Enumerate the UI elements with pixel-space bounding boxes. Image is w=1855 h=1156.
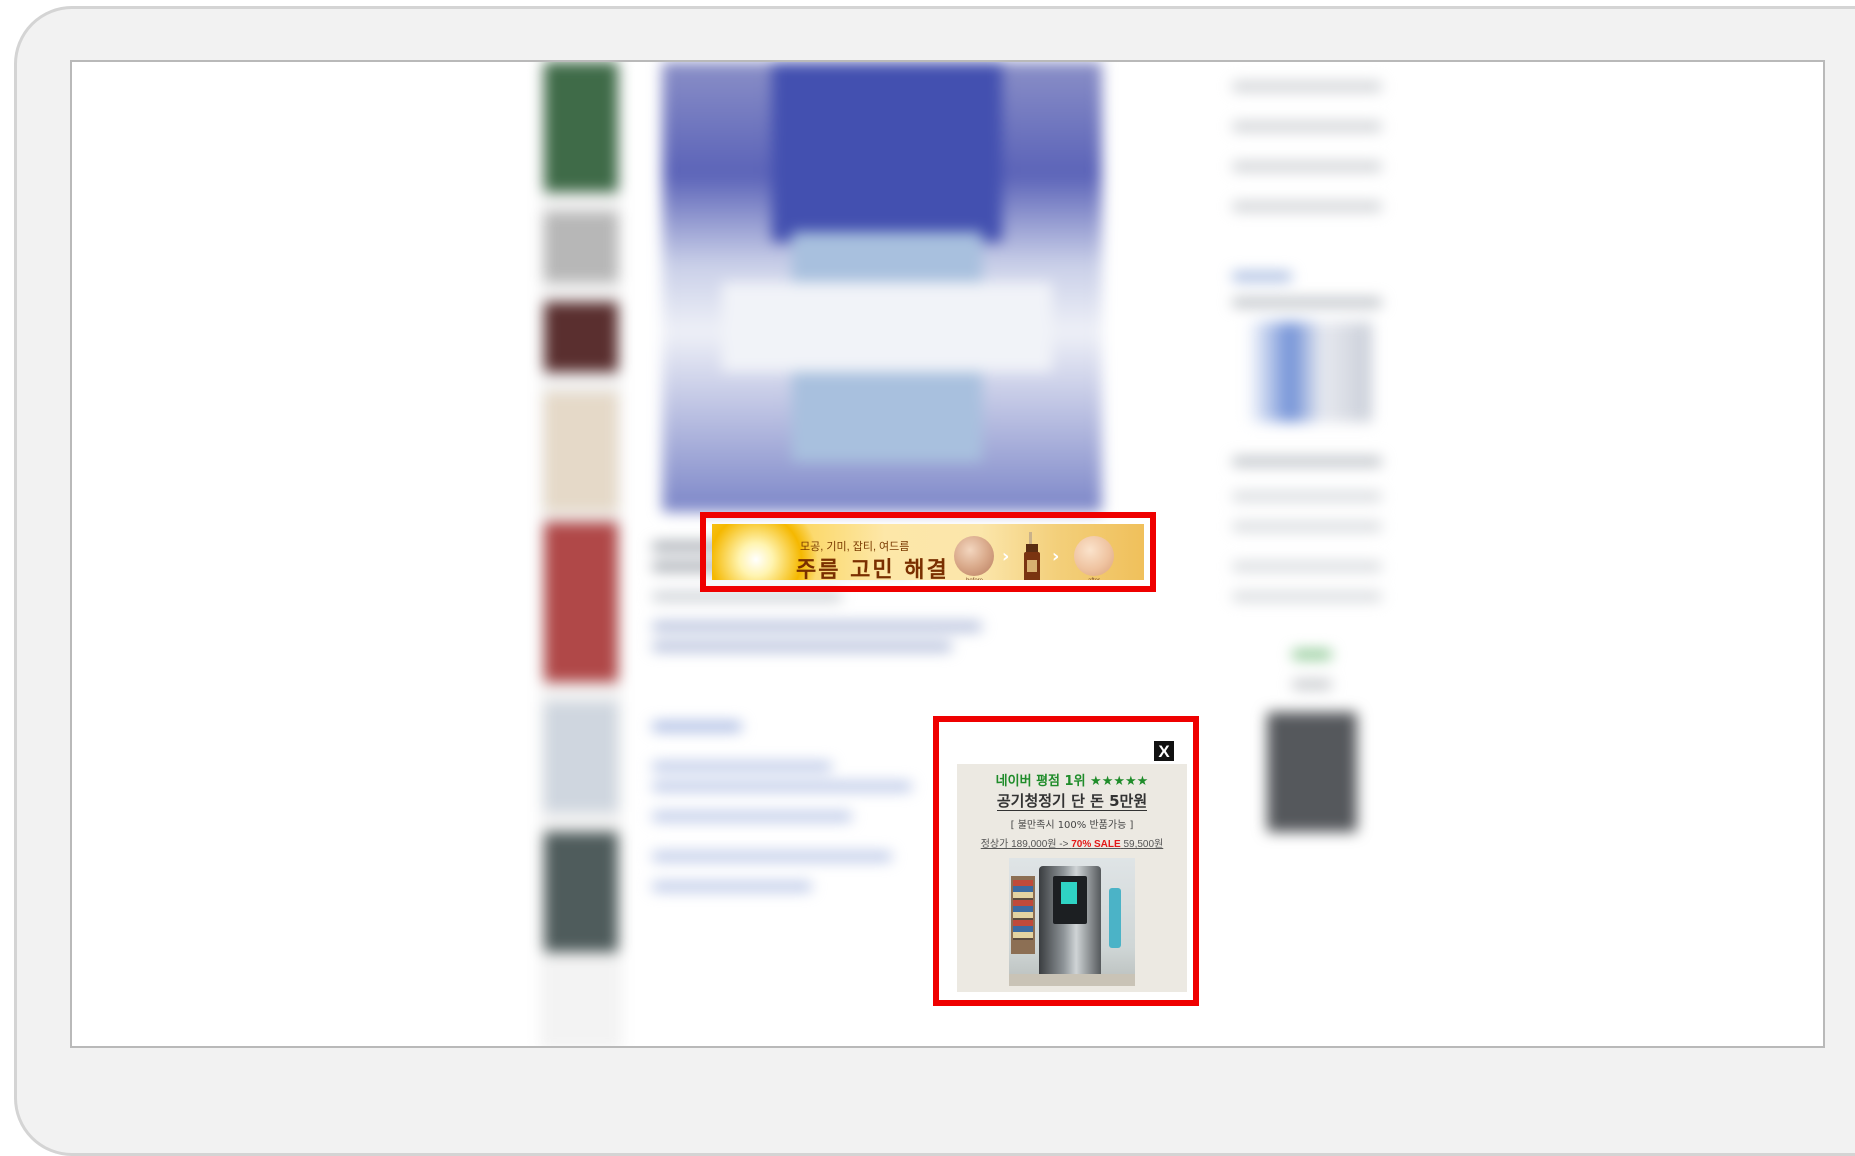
bg-sidebar-product [1267, 712, 1357, 832]
bg-sidebar-line [1232, 522, 1382, 531]
bg-hero-seat [722, 282, 1052, 372]
bg-sidebar-line [1232, 298, 1382, 307]
headline-text: 공기청정기 단 돈 5만원 [957, 790, 1187, 811]
bg-sidebar-line [1232, 492, 1382, 501]
air-purifier-product-image [1009, 858, 1135, 986]
bg-sidebar-line [1232, 202, 1382, 211]
bg-left-thumb-2 [544, 212, 618, 282]
close-button[interactable]: X [1153, 740, 1175, 762]
after-skin-image [1074, 536, 1114, 576]
bg-text-line [652, 782, 912, 791]
banner-ad[interactable]: 모공, 기미, 잡티, 여드름 주름 고민 해결 before › › afte… [712, 524, 1144, 580]
bg-left-thumb-6 [544, 702, 618, 812]
bg-sidebar-line [1232, 562, 1382, 571]
bg-sidebar-line [1232, 162, 1382, 171]
arrow-right-icon: › [1052, 546, 1060, 567]
bg-text-line [652, 882, 812, 891]
browser-viewport: 모공, 기미, 잡티, 여드름 주름 고민 해결 before › › afte… [70, 60, 1825, 1048]
bg-hero-figure [772, 62, 1002, 242]
regular-price: 정상가 189,000원 -> [980, 839, 1069, 850]
sale-label: 70% SALE [1071, 839, 1121, 850]
bg-left-thumb-3 [544, 302, 618, 372]
bg-text-line [652, 812, 852, 821]
banner-ad-outline[interactable]: 모공, 기미, 잡티, 여드름 주름 고민 해결 before › › afte… [700, 512, 1156, 592]
floor-shape [1009, 974, 1135, 986]
refund-note: [ 불만족시 100% 반품가능 ] [1010, 820, 1134, 831]
bg-sidebar-line [1292, 680, 1332, 689]
bg-sidebar-line [1232, 457, 1382, 466]
purifier-display-shape [1061, 882, 1077, 904]
bottle-shape [1109, 888, 1121, 948]
bg-sidebar-line [1292, 650, 1332, 659]
after-label: after [1088, 578, 1100, 580]
bg-text-line [652, 592, 842, 601]
bg-text-line [652, 852, 892, 861]
bg-left-thumb-4 [544, 392, 618, 512]
popup-ad[interactable]: X 네이버 평점 1위 ★★★★★ 공기청정기 단 돈 5만원 [ 불만족시 1… [945, 728, 1187, 994]
bg-sidebar-line [1232, 122, 1382, 131]
bg-text-line [652, 622, 982, 631]
popup-ad-content[interactable]: 네이버 평점 1위 ★★★★★ 공기청정기 단 돈 5만원 [ 불만족시 100… [957, 764, 1187, 992]
books-shape [1013, 880, 1033, 940]
bg-text-line [652, 762, 832, 771]
bg-left-thumb-5 [544, 522, 618, 682]
before-label: before [966, 578, 983, 580]
bg-left-thumb-7 [544, 832, 618, 952]
rank-text: 네이버 평점 1위 ★★★★★ [995, 774, 1149, 789]
sale-price: 59,500원 [1123, 839, 1164, 850]
bg-text-line [652, 722, 742, 731]
popup-ad-outline[interactable]: X 네이버 평점 1위 ★★★★★ 공기청정기 단 돈 5만원 [ 불만족시 1… [933, 716, 1199, 1006]
serum-bottle-icon [1024, 532, 1040, 580]
banner-headline: 주름 고민 해결 [796, 558, 949, 580]
headline-underlined: 공기청정기 단 돈 5만원 [996, 792, 1148, 811]
arrow-right-icon: › [1002, 546, 1010, 567]
bg-sidebar-line [1232, 592, 1382, 601]
bg-sidebar-image [1247, 322, 1372, 422]
bg-sidebar-line [1232, 272, 1292, 281]
price-line: 정상가 189,000원 -> 70% SALE 59,500원 [957, 835, 1187, 850]
bg-left-thumb-1 [544, 62, 618, 192]
before-skin-image [954, 536, 994, 576]
bg-text-line [652, 642, 952, 651]
bg-sidebar-line [1232, 82, 1382, 91]
